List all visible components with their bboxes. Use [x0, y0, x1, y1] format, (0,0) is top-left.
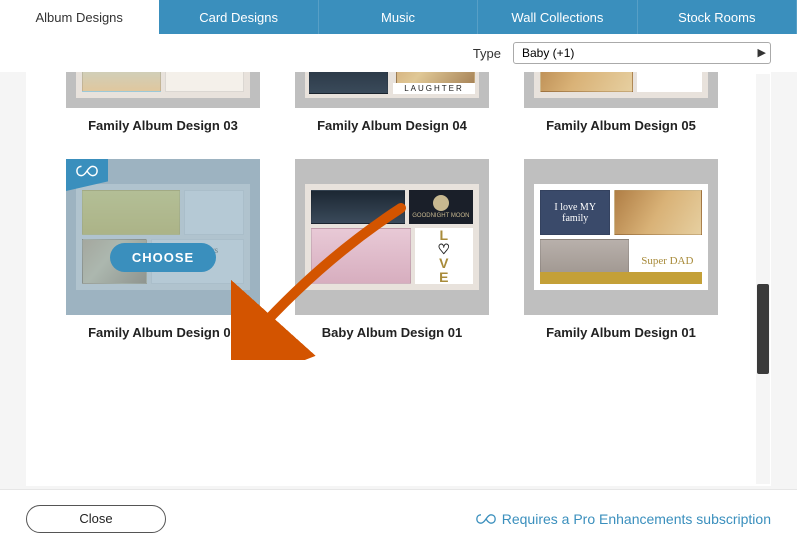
tab-label: Card Designs [199, 10, 278, 25]
design-grid-container: Family Album Design 03 LOVE LAUGHTER Fam… [26, 72, 771, 486]
choose-button[interactable]: CHOOSE [110, 243, 216, 272]
thumbnail-art [76, 72, 250, 98]
tab-label: Wall Collections [511, 10, 603, 25]
design-caption: Family Album Design 03 [88, 118, 238, 133]
type-select[interactable]: Baby (+1) ▶ [513, 42, 771, 64]
design-thumbnail [66, 72, 260, 108]
tab-label: Album Designs [35, 10, 122, 25]
design-thumbnail: reach for the Stars CHOOSE [66, 159, 260, 315]
hover-overlay: CHOOSE [66, 159, 260, 315]
pro-link-text: Requires a Pro Enhancements subscription [502, 511, 771, 527]
decorative-moon: GOODNIGHT MOON [409, 190, 473, 224]
design-card[interactable]: LOVE LAUGHTER Family Album Design 04 [295, 72, 489, 133]
type-select-value: Baby (+1) [522, 46, 574, 60]
design-thumbnail: You are Loved [524, 72, 718, 108]
design-caption: Family Album Design 04 [317, 118, 467, 133]
design-caption: Baby Album Design 01 [322, 325, 462, 340]
thumbnail-art: You are Loved [534, 72, 708, 98]
photo-placeholder [311, 190, 405, 224]
photo-placeholder [309, 72, 388, 94]
thumbnail-art: GOODNIGHT MOON L ♡ V E [305, 184, 479, 290]
design-card[interactable]: You are Loved Family Album Design 05 [524, 72, 718, 133]
scrollbar-thumb[interactable] [757, 284, 769, 374]
photo-placeholder [614, 190, 702, 235]
decorative-text: You are Loved [637, 72, 702, 92]
photo-placeholder [165, 72, 244, 92]
design-card[interactable]: I love MY family Super DAD Family Album … [524, 159, 718, 340]
infinity-badge-icon [66, 159, 108, 191]
pro-subscription-link[interactable]: Requires a Pro Enhancements subscription [476, 511, 771, 527]
close-button[interactable]: Close [26, 505, 166, 533]
thumbnail-art: I love MY family Super DAD [534, 184, 708, 290]
design-thumbnail: GOODNIGHT MOON L ♡ V E [295, 159, 489, 315]
scrollbar[interactable] [756, 74, 770, 484]
dialog-footer: Close Requires a Pro Enhancements subscr… [0, 489, 797, 547]
design-card[interactable]: Family Album Design 03 [66, 72, 260, 133]
photo-placeholder [540, 72, 633, 92]
design-thumbnail: LOVE LAUGHTER [295, 72, 489, 108]
design-grid: Family Album Design 03 LOVE LAUGHTER Fam… [26, 72, 771, 340]
tab-wall-collections[interactable]: Wall Collections [478, 0, 637, 34]
filter-row: Type Baby (+1) ▶ [0, 34, 797, 72]
chevron-right-icon: ▶ [758, 46, 766, 59]
tab-album-designs[interactable]: Album Designs [0, 0, 159, 34]
thumbnail-art: LOVE LAUGHTER [305, 72, 479, 98]
design-card[interactable]: GOODNIGHT MOON L ♡ V E Baby Album Design… [295, 159, 489, 340]
design-card-hovered[interactable]: reach for the Stars CHOOSE Family Album … [66, 159, 260, 340]
filter-label: Type [473, 46, 501, 61]
design-caption: Family Album Design 01 [546, 325, 696, 340]
photo-placeholder [82, 72, 161, 92]
tab-card-designs[interactable]: Card Designs [159, 0, 318, 34]
decorative-text: L ♡ V E [415, 228, 474, 284]
tab-stock-rooms[interactable]: Stock Rooms [638, 0, 797, 34]
tab-label: Music [381, 10, 415, 25]
design-caption: Family Album Design 06 [88, 325, 238, 340]
tab-bar: Album Designs Card Designs Music Wall Co… [0, 0, 797, 34]
infinity-icon [476, 512, 496, 526]
decorative-text: I love MY family [540, 190, 610, 235]
design-thumbnail: I love MY family Super DAD [524, 159, 718, 315]
tab-label: Stock Rooms [678, 10, 755, 25]
design-caption: Family Album Design 05 [546, 118, 696, 133]
tab-music[interactable]: Music [319, 0, 478, 34]
photo-placeholder [311, 228, 411, 284]
decorative-strip [540, 272, 702, 284]
decorative-text: LAUGHTER [393, 83, 475, 94]
